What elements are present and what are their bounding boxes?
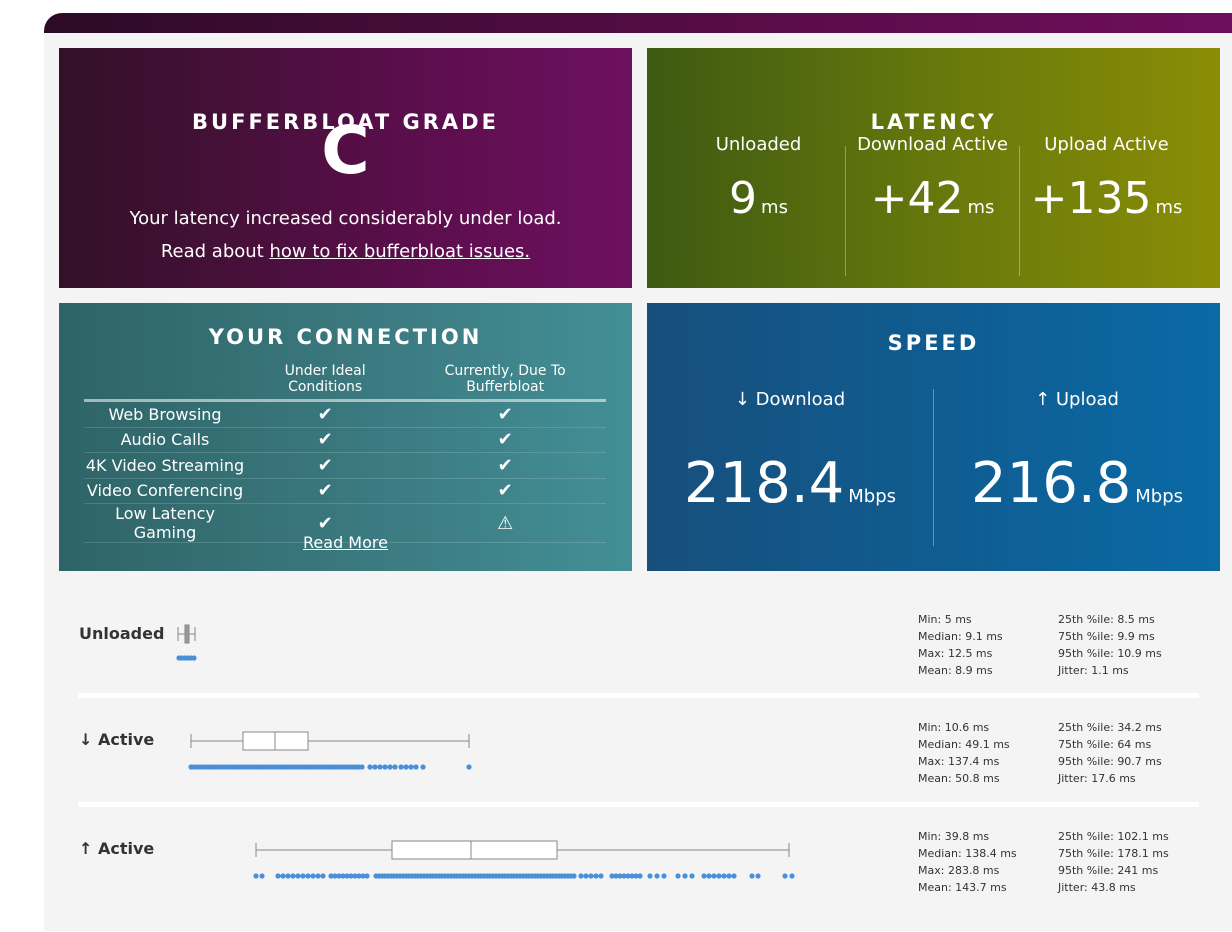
sample-dot	[382, 764, 388, 770]
box-plot-upload	[253, 840, 795, 879]
sample-dots	[188, 764, 472, 770]
sample-dot	[583, 873, 589, 879]
sample-dot	[675, 873, 681, 879]
sample-dot	[598, 873, 604, 879]
sample-dot	[716, 873, 722, 879]
sample-dots	[176, 655, 197, 661]
sample-dot	[711, 873, 717, 879]
sample-dot	[782, 873, 788, 879]
sample-dot	[275, 873, 281, 879]
sample-dot	[755, 873, 761, 879]
sample-dot	[300, 873, 306, 879]
results-panel: BUFFERBLOAT GRADE C Your latency increas…	[44, 13, 1232, 931]
sample-dot	[295, 873, 301, 879]
box	[184, 624, 190, 644]
sample-dot	[682, 873, 688, 879]
sample-dot	[689, 873, 695, 879]
sample-dot	[408, 764, 414, 770]
sample-dot	[731, 873, 737, 879]
sample-dot	[280, 873, 286, 879]
sample-dot	[789, 873, 795, 879]
sample-dot	[413, 764, 419, 770]
sample-dot	[387, 764, 393, 770]
sample-dot	[593, 873, 599, 879]
sample-dot	[285, 873, 291, 879]
sample-dot	[310, 873, 316, 879]
sample-dot	[706, 873, 712, 879]
sample-dot	[398, 764, 404, 770]
sample-dot	[364, 873, 370, 879]
sample-dot	[701, 873, 707, 879]
sample-dot	[290, 873, 296, 879]
sample-dot	[403, 764, 409, 770]
sample-dot	[377, 764, 383, 770]
sample-dots	[253, 873, 795, 879]
sample-dot	[420, 764, 426, 770]
sample-dot	[392, 764, 398, 770]
sample-dot	[637, 873, 643, 879]
sample-dot	[726, 873, 732, 879]
box	[391, 840, 558, 860]
sample-dot	[320, 873, 326, 879]
sample-dot	[578, 873, 584, 879]
sample-dot	[466, 764, 472, 770]
sample-dot	[372, 764, 378, 770]
sample-dot	[654, 873, 660, 879]
sample-dot	[305, 873, 311, 879]
sample-dot	[749, 873, 755, 879]
sample-dot	[571, 873, 577, 879]
box-plot-download	[188, 731, 472, 770]
sample-dot	[588, 873, 594, 879]
sample-dot	[259, 873, 265, 879]
latency-box-plots	[176, 624, 795, 879]
sample-dot	[315, 873, 321, 879]
sample-dot	[661, 873, 667, 879]
sample-dot	[721, 873, 727, 879]
sample-dot	[253, 873, 259, 879]
sample-dot	[359, 764, 365, 770]
box-plot-unloaded	[176, 624, 197, 661]
sample-dot	[647, 873, 653, 879]
sample-dot	[367, 764, 373, 770]
